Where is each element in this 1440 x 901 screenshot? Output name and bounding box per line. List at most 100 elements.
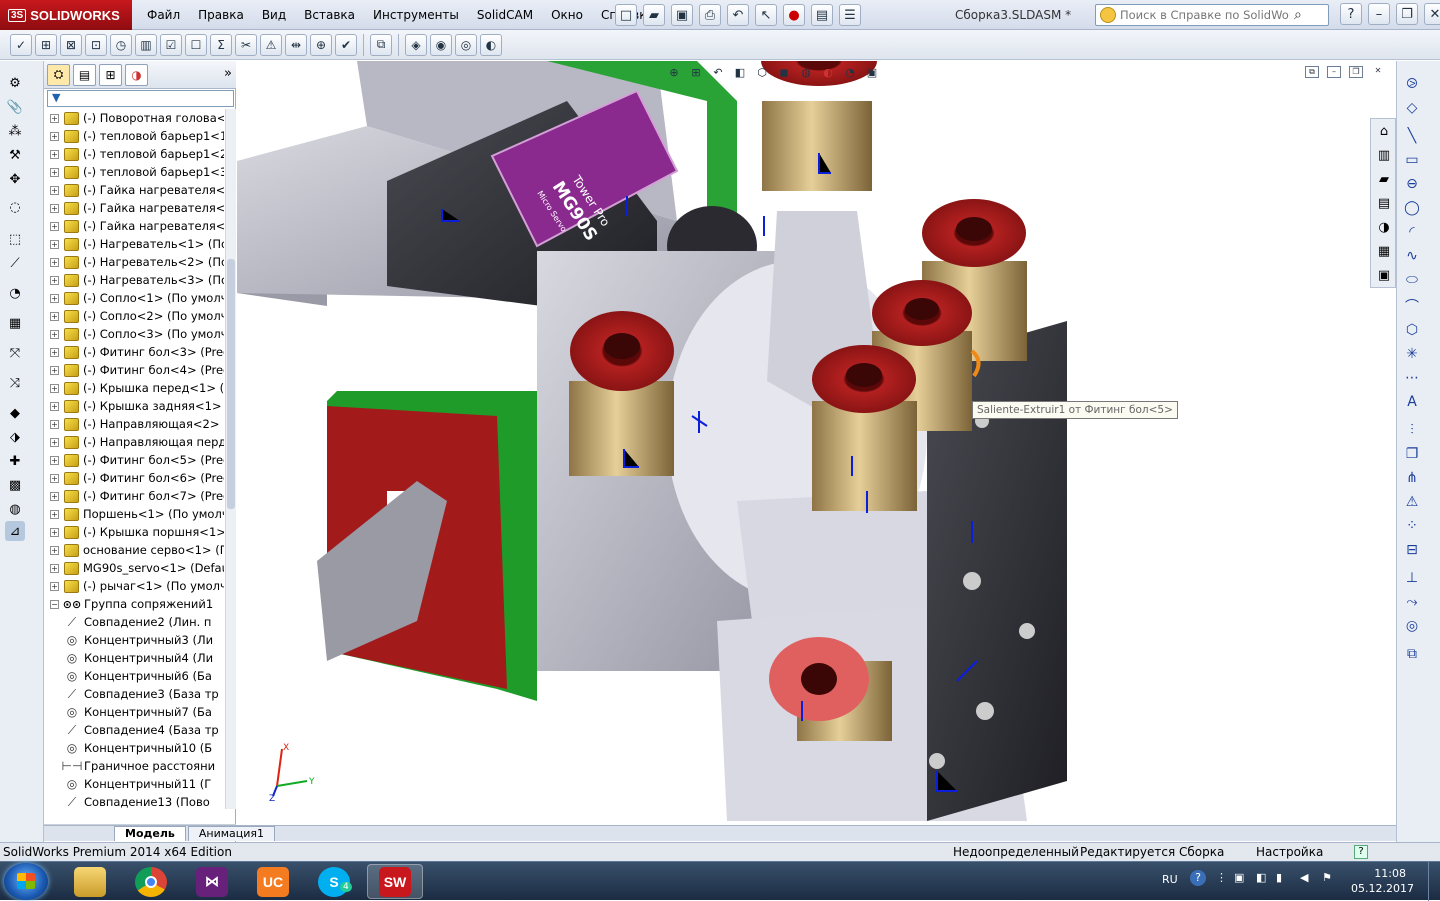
solidworks-resources-icon[interactable]: ⌂ (1374, 121, 1394, 141)
tree-item-component[interactable]: + (-) Фитинг бол<5> (Pred (44, 451, 224, 469)
tab-animation[interactable]: Анимация1 (187, 826, 276, 841)
assembly-features-icon[interactable]: ⬚ (5, 229, 25, 249)
quick-tips-icon[interactable]: ? (1354, 845, 1368, 859)
viewport-restore-icon[interactable]: ❐ (1349, 66, 1363, 78)
solidworks-logo[interactable]: 3S SOLIDWORKS (0, 0, 132, 30)
tree-item-mate[interactable]: ⊢⊣ Граничное расстояни (44, 757, 224, 775)
help-search-input[interactable] (1120, 8, 1290, 22)
polygon-icon[interactable]: ⬡ (1401, 319, 1423, 341)
tree-item-component[interactable]: + (-) Фитинг бол<7> (Pred (44, 487, 224, 505)
tree-item-component[interactable]: + (-) Фитинг бол<4> (Pred (44, 361, 224, 379)
tree-item-component[interactable]: + Поршень<1> (По умолч (44, 505, 224, 523)
mirror-icon[interactable]: ⚠ (1401, 491, 1423, 513)
filter-icon[interactable]: ▼ (52, 91, 60, 104)
save-icon[interactable]: ▣ (671, 4, 693, 26)
expand-toggle-icon[interactable]: + (50, 473, 59, 483)
sensor-icon[interactable]: ▥ (135, 33, 157, 56)
new-document-icon[interactable]: □ (615, 4, 637, 26)
trim-icon[interactable]: ⫶ (1401, 419, 1423, 441)
line-icon[interactable]: ╲ (1401, 125, 1423, 147)
hide-show-icon[interactable]: ◍ (5, 499, 25, 519)
tree-item-component[interactable]: + (-) тепловой барьер1<3> (44, 163, 224, 181)
volume-icon[interactable]: ◀ (1300, 871, 1308, 884)
expand-toggle-icon[interactable]: + (50, 491, 59, 501)
tree-item-component[interactable]: + MG90s_servo<1> (Default (44, 559, 224, 577)
tree-item-component[interactable]: + (-) тепловой барьер1<1> (44, 127, 224, 145)
viewport-tile-icon[interactable]: ⧉ (1305, 66, 1319, 78)
measure-icon[interactable]: ⊞ (35, 33, 57, 56)
close-icon[interactable]: ✕ (1424, 3, 1440, 25)
tree-item-mate[interactable]: ◎ Концентричный10 (Б (44, 739, 224, 757)
tree-item-mate-group[interactable]: − ⊙⊙ Группа сопряжений1 (44, 595, 224, 613)
tree-item-mate[interactable]: ◎ Концентричный4 (Ли (44, 649, 224, 667)
slot-icon[interactable]: ⊖ (1401, 173, 1423, 195)
tree-item-component[interactable]: + (-) Гайка нагревателя<2> (44, 199, 224, 217)
appearances-icon[interactable]: ◑ (1374, 217, 1394, 237)
print-icon[interactable]: ⎙ (699, 4, 721, 26)
tools-icon[interactable]: ✂ (235, 33, 257, 56)
compare-icon[interactable]: ⧉ (370, 33, 392, 56)
update-speedpak-icon[interactable]: ⬗ (5, 427, 25, 447)
sketch-icon[interactable]: ⧁ (1401, 73, 1423, 95)
tree-item-component[interactable]: + (-) тепловой барьер1<2> (44, 145, 224, 163)
expand-toggle-icon[interactable]: + (50, 185, 59, 195)
component-pattern-icon[interactable]: ⁂ (5, 121, 25, 141)
smart-fasteners-icon[interactable]: ⚒ (5, 145, 25, 165)
new-motion-study-icon[interactable]: ◔ (5, 283, 25, 303)
menu-insert[interactable]: Вставка (295, 0, 364, 30)
network-icon[interactable]: ▮ (1276, 871, 1282, 884)
ellipse-icon[interactable]: ⬭ (1401, 269, 1423, 291)
tree-item-component[interactable]: + (-) Сопло<3> (По умолч (44, 325, 224, 343)
tree-item-mate[interactable]: ◎ Концентричный6 (Ба (44, 667, 224, 685)
collapse-panel-icon[interactable]: » (224, 66, 232, 81)
expand-toggle-icon[interactable]: + (50, 311, 59, 321)
view-orientation-icon[interactable]: ⬡ (753, 63, 771, 81)
costing-icon[interactable]: ◉ (430, 33, 452, 56)
expand-toggle-icon[interactable]: + (50, 113, 59, 123)
tree-item-component[interactable]: + (-) Фитинг бол<3> (Pred (44, 343, 224, 361)
expand-toggle-icon[interactable]: + (50, 149, 59, 159)
fitting-4[interactable] (812, 345, 917, 511)
repair-sketch-icon[interactable]: ⤳ (1401, 591, 1423, 613)
units-settings[interactable]: Настройка (1256, 843, 1323, 861)
text-icon[interactable]: A (1401, 391, 1423, 413)
tree-item-component[interactable]: + (-) Фитинг бол<6> (Pred (44, 469, 224, 487)
expand-toggle-icon[interactable]: + (50, 455, 59, 465)
tree-item-component[interactable]: + (-) Гайка нагревателя<1> (44, 181, 224, 199)
scrollbar-thumb[interactable] (227, 259, 235, 509)
taskbar-visual-studio[interactable]: ⋈ (184, 864, 240, 899)
exploded-view-icon[interactable]: ⤧ (5, 343, 25, 363)
convert-entities-icon[interactable]: ❐ (1401, 443, 1423, 465)
edit-appearance-icon[interactable]: ◐ (819, 63, 837, 81)
menu-tools[interactable]: Инструменты (364, 0, 468, 30)
help-tray-icon[interactable]: ? (1190, 870, 1206, 886)
property-manager-tab-icon[interactable]: ▤ (73, 63, 96, 86)
centerline-icon[interactable]: ⋯ (1401, 367, 1423, 389)
tray-app2-icon[interactable]: ◧ (1256, 871, 1266, 884)
render-icon[interactable]: ◐ (480, 33, 502, 56)
magnifier-icon[interactable]: ⌕ (1294, 7, 1302, 23)
expand-toggle-icon[interactable]: + (50, 221, 59, 231)
checkbox-disabled-icon[interactable]: ☐ (185, 33, 207, 56)
tree-item-mate[interactable]: ◎ Концентричный11 (Г (44, 775, 224, 793)
fitting-5[interactable] (569, 311, 674, 476)
tree-item-component[interactable]: + (-) Сопло<2> (По умолч (44, 307, 224, 325)
spell-check-icon[interactable]: ✓ (10, 33, 32, 56)
tray-expand-icon[interactable]: ⋮ (1216, 871, 1227, 884)
help-icon[interactable]: ? (1340, 3, 1362, 25)
display-style-icon[interactable]: ◼ (775, 63, 793, 81)
hide-show-items-icon[interactable]: ◍ (797, 63, 815, 81)
rapid-sketch-icon[interactable]: ⧉ (1401, 643, 1423, 665)
restore-icon[interactable]: ❐ (1396, 3, 1418, 25)
show-desktop-button[interactable] (1428, 862, 1440, 901)
tree-item-component[interactable]: + (-) Нагреватель<1> (По у (44, 235, 224, 253)
taskbar-explorer[interactable] (62, 864, 118, 899)
section-view-icon[interactable]: ◧ (731, 63, 749, 81)
point-icon[interactable]: ✳ (1401, 343, 1423, 365)
expand-toggle-icon[interactable]: + (50, 563, 59, 573)
active-tool-icon[interactable]: ⊿ (5, 521, 25, 541)
tree-scrollbar[interactable] (225, 109, 236, 809)
tab-model[interactable]: Модель (114, 826, 186, 841)
taskbar-uc-browser[interactable]: UC (245, 864, 301, 899)
menu-window[interactable]: Окно (542, 0, 592, 30)
